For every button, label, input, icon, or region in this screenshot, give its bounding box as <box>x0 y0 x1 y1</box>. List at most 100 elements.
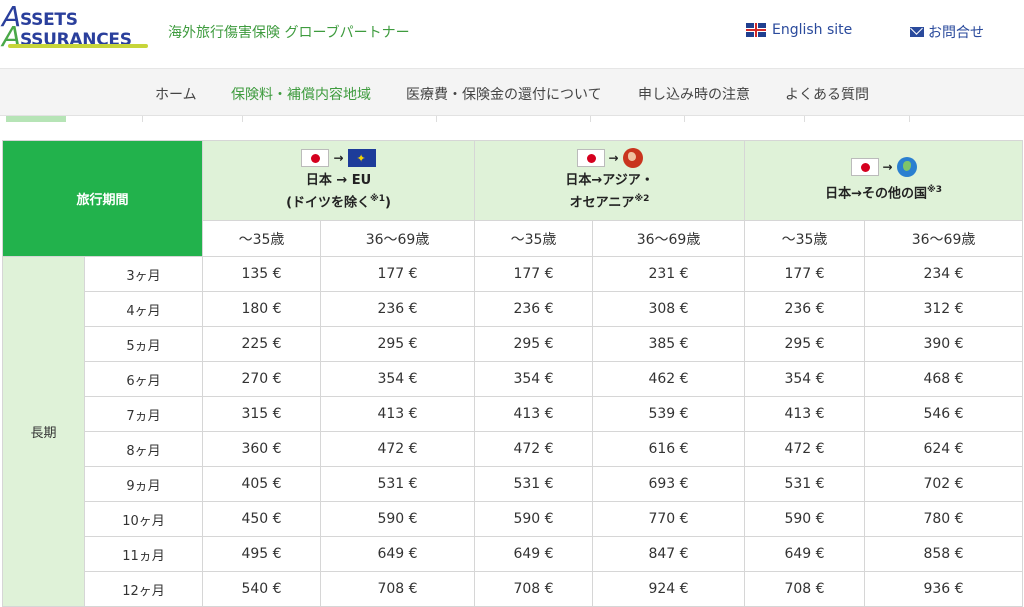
price-cell: 180 € <box>202 291 322 327</box>
price-cell: 770 € <box>592 501 746 537</box>
price-cell: 495 € <box>202 536 322 572</box>
price-cell: 858 € <box>864 536 1024 572</box>
price-cell: 472 € <box>474 431 594 467</box>
price-cell: 546 € <box>864 396 1024 432</box>
price-cell: 354 € <box>744 361 866 397</box>
price-cell: 177 € <box>474 256 594 292</box>
month-cell: 9ヵ月 <box>83 466 204 502</box>
age-group-header: 36〜69歳 <box>592 220 746 257</box>
age-group-header: 〜35歳 <box>202 220 322 257</box>
price-cell: 936 € <box>864 571 1024 607</box>
price-cell: 708 € <box>320 571 476 607</box>
price-cell: 472 € <box>744 431 866 467</box>
dest-header-asia: → 日本→アジア・ オセアニア※2 <box>474 140 746 221</box>
price-cell: 590 € <box>744 501 866 537</box>
globe-world-icon <box>896 157 917 178</box>
uk-flag-icon <box>746 23 766 37</box>
price-cell: 472 € <box>320 431 476 467</box>
site-header: A SSETS A SSURANCES 海外旅行傷害保険 グローブパートナー E… <box>0 0 1024 68</box>
nav-item-faq[interactable]: よくある質問 <box>785 84 869 104</box>
price-cell: 450 € <box>202 501 322 537</box>
dest-header-other: → 日本→その他の国※3 <box>744 140 1024 221</box>
price-cell: 624 € <box>864 431 1024 467</box>
logo-letter-2: A <box>2 20 22 53</box>
logo-line-1: SSETS <box>20 10 78 30</box>
price-table: 旅行期間 → 日本 → EU (ドイツを除く※1) → 日本→アジア・ オセアニ… <box>1 140 1024 607</box>
price-cell: 236 € <box>320 291 476 327</box>
price-cell: 413 € <box>744 396 866 432</box>
price-cell: 385 € <box>592 326 746 362</box>
period-header: 旅行期間 <box>1 140 204 257</box>
price-cell: 924 € <box>592 571 746 607</box>
mail-icon <box>910 27 924 37</box>
nav-item-refunds[interactable]: 医療費・保険金の還付について <box>406 84 602 104</box>
price-cell: 295 € <box>744 326 866 362</box>
price-cell: 312 € <box>864 291 1024 327</box>
japan-flag-icon <box>301 149 330 168</box>
price-cell: 468 € <box>864 361 1024 397</box>
price-cell: 315 € <box>202 396 322 432</box>
sub-strip <box>0 116 1024 122</box>
price-cell: 295 € <box>320 326 476 362</box>
price-cell: 135 € <box>202 256 322 292</box>
price-cell: 708 € <box>474 571 594 607</box>
price-cell: 539 € <box>592 396 746 432</box>
price-cell: 354 € <box>320 361 476 397</box>
japan-flag-icon <box>576 149 605 168</box>
table-row: 9ヵ月 405 €531 €531 €693 €531 €702 € <box>3 466 1024 502</box>
price-cell: 780 € <box>864 501 1024 537</box>
price-cell: 693 € <box>592 466 746 502</box>
price-cell: 649 € <box>320 536 476 572</box>
nav-item-application-notes[interactable]: 申し込み時の注意 <box>638 84 750 104</box>
price-cell: 590 € <box>320 501 476 537</box>
price-cell: 295 € <box>474 326 594 362</box>
price-cell: 225 € <box>202 326 322 362</box>
table-row: 8ヶ月 360 €472 €472 €616 €472 €624 € <box>3 431 1024 467</box>
price-cell: 531 € <box>744 466 866 502</box>
english-site-label: English site <box>772 22 853 38</box>
eu-flag-icon <box>347 149 376 168</box>
month-cell: 10ヶ月 <box>83 501 204 537</box>
price-cell: 308 € <box>592 291 746 327</box>
price-cell: 413 € <box>320 396 476 432</box>
price-cell: 462 € <box>592 361 746 397</box>
nav-item-premiums[interactable]: 保険料・補償内容地域 <box>231 84 371 104</box>
price-cell: 540 € <box>202 571 322 607</box>
price-cell: 177 € <box>744 256 866 292</box>
table-row: 長期 3ヶ月 135 €177 €177 €231 €177 €234 € <box>2 256 1024 607</box>
price-cell: 234 € <box>864 256 1024 292</box>
month-cell: 11ヵ月 <box>83 536 204 572</box>
dest-header-eu: → 日本 → EU (ドイツを除く※1) <box>202 140 476 221</box>
month-cell: 12ヶ月 <box>83 571 204 607</box>
price-cell: 702 € <box>864 466 1024 502</box>
price-cell: 708 € <box>744 571 866 607</box>
price-cell: 531 € <box>320 466 476 502</box>
price-table-container: 旅行期間 → 日本 → EU (ドイツを除く※1) → 日本→アジア・ オセアニ… <box>1 140 1024 607</box>
price-cell: 354 € <box>474 361 594 397</box>
contact-link[interactable]: お問合せ <box>910 22 984 42</box>
age-group-header: 36〜69歳 <box>864 220 1024 257</box>
globe-asia-icon <box>622 148 643 169</box>
site-tagline: 海外旅行傷害保険 グローブパートナー <box>168 25 410 41</box>
english-site-link[interactable]: English site <box>746 22 852 38</box>
table-row: 11ヵ月 495 €649 €649 €847 €649 €858 € <box>3 536 1024 572</box>
price-cell: 177 € <box>320 256 476 292</box>
japan-flag-icon <box>850 158 879 177</box>
table-row: 12ヶ月 540 €708 €708 €924 €708 €936 € <box>3 571 1024 607</box>
price-cell: 616 € <box>592 431 746 467</box>
price-cell: 847 € <box>592 536 746 572</box>
price-cell: 270 € <box>202 361 322 397</box>
assets-assurances-logo[interactable]: A SSETS A SSURANCES <box>2 0 148 53</box>
price-cell: 413 € <box>474 396 594 432</box>
nav-item-home[interactable]: ホーム <box>155 84 197 104</box>
table-row: 5ヵ月 225 €295 €295 €385 €295 €390 € <box>3 326 1024 362</box>
table-row: 6ヶ月 270 €354 €354 €462 €354 €468 € <box>3 361 1024 397</box>
logo-swoosh <box>8 44 148 48</box>
table-row: 7ヵ月 315 €413 €413 €539 €413 €546 € <box>3 396 1024 432</box>
month-cell: 6ヶ月 <box>83 361 204 397</box>
price-cell: 590 € <box>474 501 594 537</box>
month-cell: 5ヵ月 <box>83 326 204 362</box>
month-cell: 7ヵ月 <box>83 396 204 432</box>
month-cell: 8ヶ月 <box>83 431 204 467</box>
price-cell: 531 € <box>474 466 594 502</box>
